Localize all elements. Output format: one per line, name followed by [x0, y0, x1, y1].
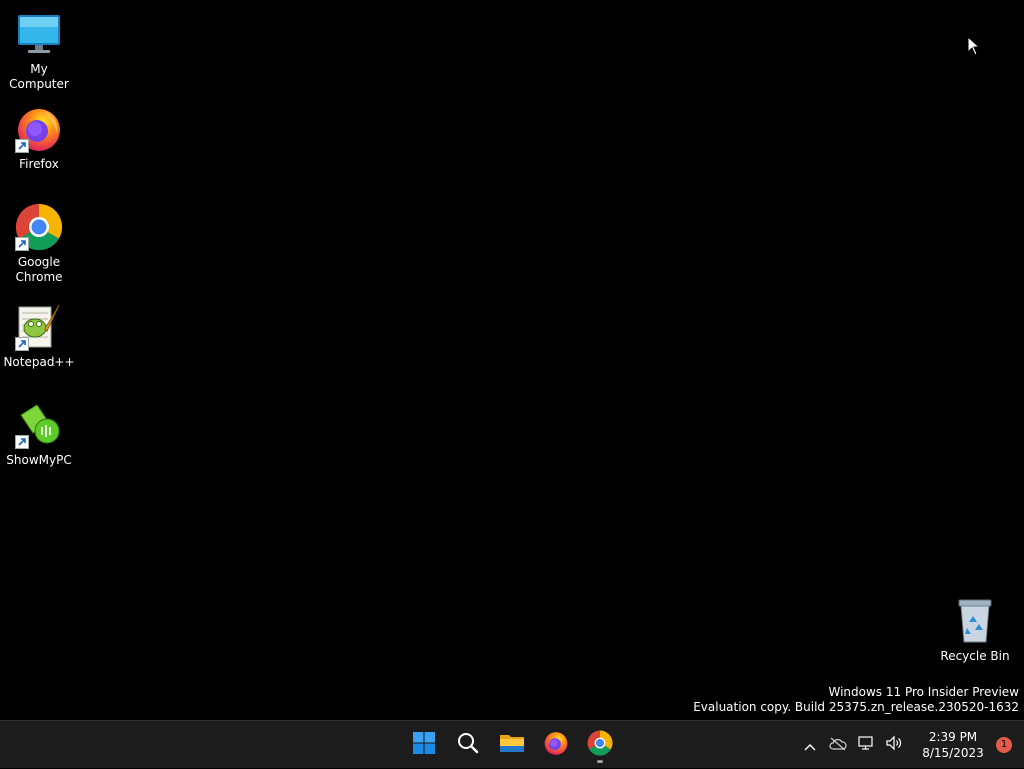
desktop-icon-my-computer[interactable]: My Computer — [1, 10, 77, 92]
watermark-edition: Windows 11 Pro Insider Preview — [828, 685, 1019, 699]
taskbar-firefox-button[interactable] — [534, 725, 578, 765]
file-explorer-button[interactable] — [490, 725, 534, 765]
desktop-icon-label: Recycle Bin — [940, 649, 1010, 663]
desktop-icon-notepadpp[interactable]: Notepad++ — [1, 303, 77, 370]
search-icon — [456, 731, 480, 759]
taskbar: 2:39 PM 8/15/2023 1 — [0, 720, 1024, 768]
network-button[interactable] — [854, 729, 878, 761]
volume-icon — [885, 735, 903, 755]
mouse-cursor-icon — [967, 35, 981, 60]
file-explorer-icon — [499, 731, 525, 759]
desktop-icon-label: My Computer — [9, 62, 69, 91]
desktop[interactable]: My Computer Firefox Google Chrome Notepa… — [0, 0, 1024, 720]
showmypc-icon — [15, 401, 63, 449]
chrome-icon — [587, 730, 613, 760]
onedrive-button[interactable] — [826, 729, 850, 761]
desktop-icon-showmypc[interactable]: ShowMyPC — [1, 401, 77, 468]
desktop-icon-label: Firefox — [19, 157, 59, 171]
desktop-icon-label: Notepad++ — [3, 355, 75, 369]
taskbar-pinned-apps — [402, 721, 622, 769]
search-button[interactable] — [446, 725, 490, 765]
firefox-icon — [543, 730, 569, 760]
onedrive-offline-icon — [829, 736, 847, 755]
desktop-icon-recycle-bin[interactable]: Recycle Bin — [937, 597, 1013, 664]
monitor-icon — [15, 10, 63, 58]
desktop-icon-firefox[interactable]: Firefox — [1, 105, 77, 172]
start-button[interactable] — [402, 725, 446, 765]
desktop-icon-google-chrome[interactable]: Google Chrome — [1, 203, 77, 285]
watermark-build: Evaluation copy. Build 25375.zn_release.… — [693, 700, 1019, 714]
chrome-icon — [15, 203, 63, 251]
system-tray: 2:39 PM 8/15/2023 1 — [796, 721, 1024, 769]
shortcut-arrow-icon — [15, 139, 29, 153]
show-hidden-icons-button[interactable] — [798, 729, 822, 761]
shortcut-arrow-icon — [15, 237, 29, 251]
shortcut-arrow-icon — [15, 337, 29, 351]
taskbar-chrome-button[interactable] — [578, 725, 622, 765]
chevron-up-icon — [804, 736, 816, 755]
firefox-icon — [15, 105, 63, 153]
clock-time: 2:39 PM — [928, 730, 978, 744]
network-icon — [857, 735, 875, 755]
volume-button[interactable] — [882, 729, 906, 761]
notepadpp-icon — [15, 303, 63, 351]
windows-start-icon — [412, 731, 436, 759]
desktop-icon-label: ShowMyPC — [6, 453, 72, 467]
shortcut-arrow-icon — [15, 435, 29, 449]
recycle-bin-icon — [951, 597, 999, 645]
clock-date: 8/15/2023 — [922, 746, 984, 760]
windows-evaluation-watermark: Windows 11 Pro Insider Preview Evaluatio… — [693, 685, 1019, 715]
notification-badge[interactable]: 1 — [996, 737, 1012, 753]
desktop-icon-label: Google Chrome — [15, 255, 63, 284]
running-indicator — [597, 760, 603, 763]
clock-button[interactable]: 2:39 PM 8/15/2023 — [916, 729, 990, 761]
